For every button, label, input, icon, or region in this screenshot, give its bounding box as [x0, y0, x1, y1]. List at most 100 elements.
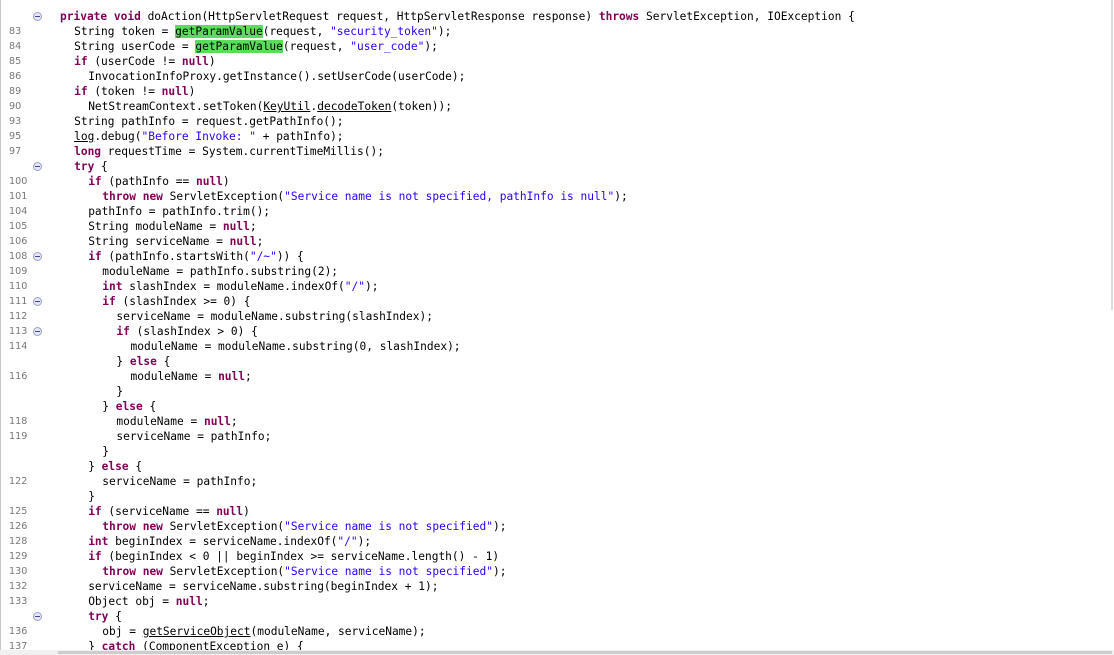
code-line[interactable]: 95 log.debug("Before Invoke: " + pathInfo…	[1, 129, 1111, 144]
code-token: String pathInfo = request.getPathInfo();	[74, 115, 344, 128]
collapse-fold-icon[interactable]	[33, 297, 42, 306]
code-line[interactable]: 86 InvocationInfoProxy.getInstance().setU…	[1, 69, 1111, 84]
code-line[interactable]: 122 serviceName = pathInfo;	[1, 474, 1111, 489]
code-line[interactable]: 112 serviceName = moduleName.substring(sl…	[1, 309, 1111, 324]
code-line[interactable]: try {	[1, 159, 1111, 174]
code-line[interactable]: 126 throw new ServletException("Service n…	[1, 519, 1111, 534]
code-line[interactable]: } else {	[1, 459, 1111, 474]
line-number: 108	[9, 251, 28, 262]
code-line[interactable]: } else {	[1, 354, 1111, 369]
code-token: else	[115, 400, 150, 413]
code-text: if (serviceName == null)	[88, 504, 250, 519]
code-token: (slashIndex >= 0) {	[122, 295, 251, 308]
code-token: ;	[245, 370, 252, 383]
code-line[interactable]: 85 if (userCode != null)	[1, 54, 1111, 69]
code-line[interactable]: 100 if (pathInfo == null)	[1, 174, 1111, 189]
line-number: 136	[9, 626, 28, 637]
code-line[interactable]: 125 if (serviceName == null)	[1, 504, 1111, 519]
code-token: (beginIndex < 0 || beginIndex >= service…	[108, 550, 500, 563]
code-line[interactable]: 118 moduleName = null;	[1, 414, 1111, 429]
code-line[interactable]: 132 serviceName = serviceName.substring(b…	[1, 579, 1111, 594]
collapse-fold-icon[interactable]	[33, 327, 42, 336]
code-token: (request,	[262, 25, 331, 38]
code-text: try {	[74, 159, 108, 174]
code-text: }	[102, 444, 109, 459]
code-text: } else {	[116, 354, 170, 369]
collapse-fold-icon[interactable]	[33, 162, 42, 171]
code-token: if	[74, 85, 95, 98]
code-token: .debug(	[94, 130, 142, 143]
code-token: log	[74, 130, 95, 143]
code-line[interactable]: 130 throw new ServletException("Service n…	[1, 564, 1111, 579]
code-line[interactable]: private void doAction(HttpServletRequest…	[1, 9, 1111, 24]
code-line[interactable]: 113 if (slashIndex > 0) {	[1, 324, 1111, 339]
code-line[interactable]: 128 int beginIndex = serviceName.indexOf(…	[1, 534, 1111, 549]
code-token: else	[101, 460, 136, 473]
code-text: moduleName = pathInfo.substring(2);	[102, 264, 338, 279]
collapse-fold-icon[interactable]	[33, 612, 42, 621]
code-line[interactable]: 89 if (token != null)	[1, 84, 1111, 99]
code-line[interactable]: 114 moduleName = moduleName.substring(0, …	[1, 339, 1111, 354]
code-line[interactable]: 104 pathInfo = pathInfo.trim();	[1, 204, 1111, 219]
code-line[interactable]: }	[1, 489, 1111, 504]
code-token: ServletException, IOException {	[646, 10, 855, 23]
code-token: throw new	[102, 190, 170, 203]
code-token: ;	[230, 415, 238, 428]
code-line[interactable]: 110 int slashIndex = moduleName.indexOf("…	[1, 279, 1111, 294]
code-token: getServiceObject	[142, 625, 251, 638]
code-editor[interactable]: private void doAction(HttpServletRequest…	[0, 0, 1113, 650]
code-line[interactable]: 97 long requestTime = System.currentTimeM…	[1, 144, 1111, 159]
code-text: int beginIndex = serviceName.indexOf("/"…	[88, 534, 371, 549]
code-text: if (pathInfo == null)	[88, 174, 229, 189]
code-line[interactable]: 83 String token = getParamValue(request, …	[1, 24, 1111, 39]
code-line[interactable]: 116 moduleName = null;	[1, 369, 1111, 384]
line-number: 130	[9, 566, 28, 577]
code-line[interactable]: 84 String userCode = getParamValue(reques…	[1, 39, 1111, 54]
code-token: );	[424, 40, 438, 53]
code-token: null	[222, 220, 250, 233]
code-token: }	[116, 385, 124, 398]
code-token: "user_code"	[350, 40, 425, 53]
code-token: {	[135, 460, 143, 473]
code-token: )	[222, 175, 230, 188]
code-line[interactable]: try {	[1, 609, 1111, 624]
code-text: } catch (ComponentException e) {	[88, 639, 304, 650]
code-token: moduleName =	[130, 370, 219, 383]
code-line[interactable]: 133 Object obj = null;	[1, 594, 1111, 609]
code-line[interactable]: 106 String serviceName = null;	[1, 234, 1111, 249]
code-line[interactable]: } else {	[1, 399, 1111, 414]
vertical-scrollbar-edge[interactable]	[1111, 0, 1113, 310]
code-token: }	[88, 490, 95, 503]
code-token: + pathInfo);	[255, 130, 344, 143]
code-token: );	[614, 190, 628, 203]
code-line[interactable]: 109 moduleName = pathInfo.substring(2);	[1, 264, 1111, 279]
collapse-fold-icon[interactable]	[33, 12, 42, 21]
line-number: 93	[9, 116, 22, 127]
code-line[interactable]: 90 NetStreamContext.setToken(KeyUtil.deco…	[1, 99, 1111, 114]
code-token: (ComponentException e) {	[142, 640, 304, 650]
horizontal-scrollbar-thumb[interactable]	[58, 651, 1112, 654]
code-text: }	[88, 489, 95, 504]
horizontal-scrollbar[interactable]	[0, 650, 1114, 655]
code-text: try {	[88, 609, 122, 624]
code-line[interactable]: }	[1, 444, 1111, 459]
code-line[interactable]: }	[1, 384, 1111, 399]
code-line[interactable]: 137} catch (ComponentException e) {	[1, 639, 1111, 650]
code-line[interactable]: 129 if (beginIndex < 0 || beginIndex >= s…	[1, 549, 1111, 564]
code-token: ;	[202, 595, 210, 608]
code-line[interactable]: 108 if (pathInfo.startsWith("/~")) {	[1, 249, 1111, 264]
code-line[interactable]: 136 obj = getServiceObject(moduleName, se…	[1, 624, 1111, 639]
code-line[interactable]: 105 String moduleName = null;	[1, 219, 1111, 234]
line-number: 105	[9, 221, 28, 232]
code-token: "/"	[344, 280, 366, 293]
code-line[interactable]: 111 if (slashIndex >= 0) {	[1, 294, 1111, 309]
code-token: throw new	[102, 565, 170, 578]
code-line[interactable]: 93 String pathInfo = request.getPathInfo(…	[1, 114, 1111, 129]
collapse-fold-icon[interactable]	[33, 252, 42, 261]
code-token: if	[88, 505, 109, 518]
code-text: String moduleName = null;	[88, 219, 256, 234]
code-line[interactable]: 119 serviceName = pathInfo;	[1, 429, 1111, 444]
line-number: 125	[9, 506, 28, 517]
code-line[interactable]: 101 throw new ServletException("Service n…	[1, 189, 1111, 204]
line-number: 97	[9, 146, 22, 157]
